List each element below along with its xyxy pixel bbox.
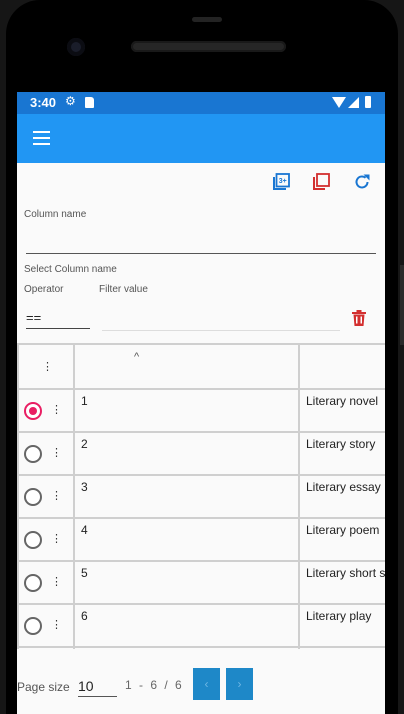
prev-page-button[interactable]: ‹ — [193, 668, 220, 700]
cell-title: Literary essay — [306, 480, 381, 494]
trash-icon[interactable] — [352, 310, 366, 326]
column-name-input[interactable] — [26, 227, 376, 254]
filter-value-input[interactable] — [102, 306, 340, 331]
cell-id: 5 — [81, 566, 88, 580]
status-time: 3:40 — [30, 95, 57, 110]
operator-label: Operator — [24, 284, 64, 295]
chevron-left-icon: ‹ — [204, 677, 209, 691]
proximity-sensor — [192, 17, 222, 22]
column-name-label: Column name — [24, 209, 87, 220]
app-screen: 3:40 ⚙ 3+ Column name Select Column name… — [17, 92, 385, 714]
cell-title: Literary poem — [306, 523, 380, 537]
front-camera — [67, 38, 85, 56]
cell-title: Literary novel — [306, 394, 379, 408]
battery-icon — [365, 96, 371, 108]
cell-id: 6 — [81, 609, 88, 623]
sd-card-icon — [85, 97, 94, 108]
next-page-button[interactable]: › — [226, 668, 253, 700]
row-menu-button[interactable]: ⋮ — [51, 620, 62, 631]
cell-title: Literary play — [306, 609, 372, 623]
select-column-hint: Select Column name — [24, 264, 117, 275]
sort-indicator-icon[interactable]: ^ — [134, 351, 139, 363]
copy-icon[interactable] — [312, 173, 330, 191]
operator-input[interactable] — [26, 306, 90, 329]
chevron-right-icon: › — [237, 677, 242, 691]
pager: Page size 1 - 6 / 6 ‹ › — [17, 666, 385, 700]
page-size-label: Page size — [17, 680, 70, 694]
cell-id: 2 — [81, 437, 88, 451]
row-menu-button[interactable]: ⋮ — [51, 534, 62, 545]
earpiece-speaker — [131, 41, 286, 52]
row-select-radio[interactable] — [24, 531, 42, 549]
header-menu-button[interactable]: ⋮ — [42, 362, 53, 373]
row-menu-button[interactable]: ⋮ — [51, 405, 62, 416]
data-grid: ⋮ ^ ⋮ 1 Literary novel ⋮ 2 Literary stor… — [17, 343, 385, 649]
svg-text:3+: 3+ — [279, 178, 287, 185]
row-select-radio[interactable] — [24, 617, 42, 635]
app-bar — [17, 114, 385, 163]
row-menu-button[interactable]: ⋮ — [51, 491, 62, 502]
page-range-text: 1 - 6 / 6 — [125, 678, 183, 692]
cell-id: 4 — [81, 523, 88, 537]
page-size-input[interactable] — [78, 676, 117, 697]
status-bar: 3:40 ⚙ — [17, 92, 385, 114]
wifi-icon — [332, 97, 346, 108]
side-button — [400, 265, 404, 345]
row-select-radio[interactable] — [24, 574, 42, 592]
phone-device-frame: 3:40 ⚙ 3+ Column name Select Column name… — [0, 0, 404, 714]
row-select-radio[interactable] — [24, 402, 42, 420]
signal-icon — [348, 97, 359, 108]
settings-gear-icon: ⚙ — [65, 94, 76, 108]
cell-id: 1 — [81, 394, 88, 408]
add-to-photos-icon[interactable]: 3+ — [272, 173, 290, 191]
cell-title: Literary story — [306, 437, 376, 451]
row-menu-button[interactable]: ⋮ — [51, 577, 62, 588]
refresh-icon[interactable] — [353, 173, 371, 191]
row-select-radio[interactable] — [24, 488, 42, 506]
row-menu-button[interactable]: ⋮ — [51, 448, 62, 459]
row-select-radio[interactable] — [24, 445, 42, 463]
filter-value-label: Filter value — [99, 284, 148, 295]
cell-id: 3 — [81, 480, 88, 494]
cell-title: Literary short s — [306, 566, 385, 580]
hamburger-menu-icon[interactable] — [33, 131, 50, 145]
